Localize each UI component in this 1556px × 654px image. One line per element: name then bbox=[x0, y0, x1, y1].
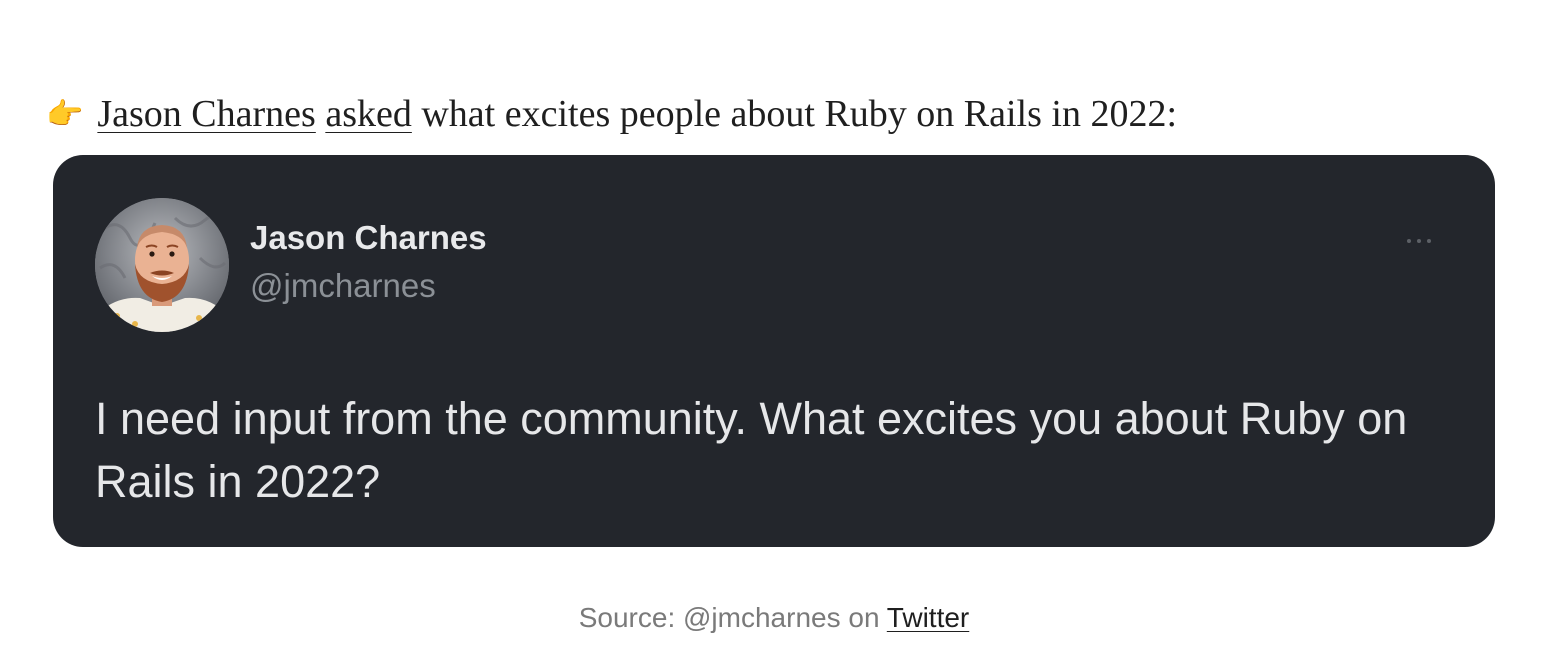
author-avatar-image bbox=[95, 198, 229, 332]
tweet-author-name[interactable]: Jason Charnes bbox=[250, 219, 487, 257]
twitter-source-link[interactable]: Twitter bbox=[887, 602, 969, 633]
intro-text: what excites people about Ruby on Rails … bbox=[411, 93, 1178, 135]
more-horizontal-icon[interactable] bbox=[1403, 230, 1435, 252]
intro-paragraph: 👉 Jason Charnes asked what excites people… bbox=[46, 88, 1526, 141]
tweet-embed-card[interactable]: Jason Charnes @jmcharnes I need input fr… bbox=[53, 155, 1495, 547]
source-caption: Source: @jmcharnes on Twitter bbox=[0, 602, 1548, 634]
asked-tweet-link[interactable]: asked bbox=[325, 93, 412, 135]
pointing-right-emoji-icon: 👉 bbox=[46, 97, 84, 132]
author-profile-link[interactable]: Jason Charnes bbox=[97, 93, 315, 135]
tweet-author-handle[interactable]: @jmcharnes bbox=[250, 267, 436, 305]
avatar[interactable] bbox=[95, 198, 229, 332]
tweet-text: I need input from the community. What ex… bbox=[95, 393, 1408, 507]
caption-prefix: Source: @jmcharnes on bbox=[578, 602, 887, 633]
